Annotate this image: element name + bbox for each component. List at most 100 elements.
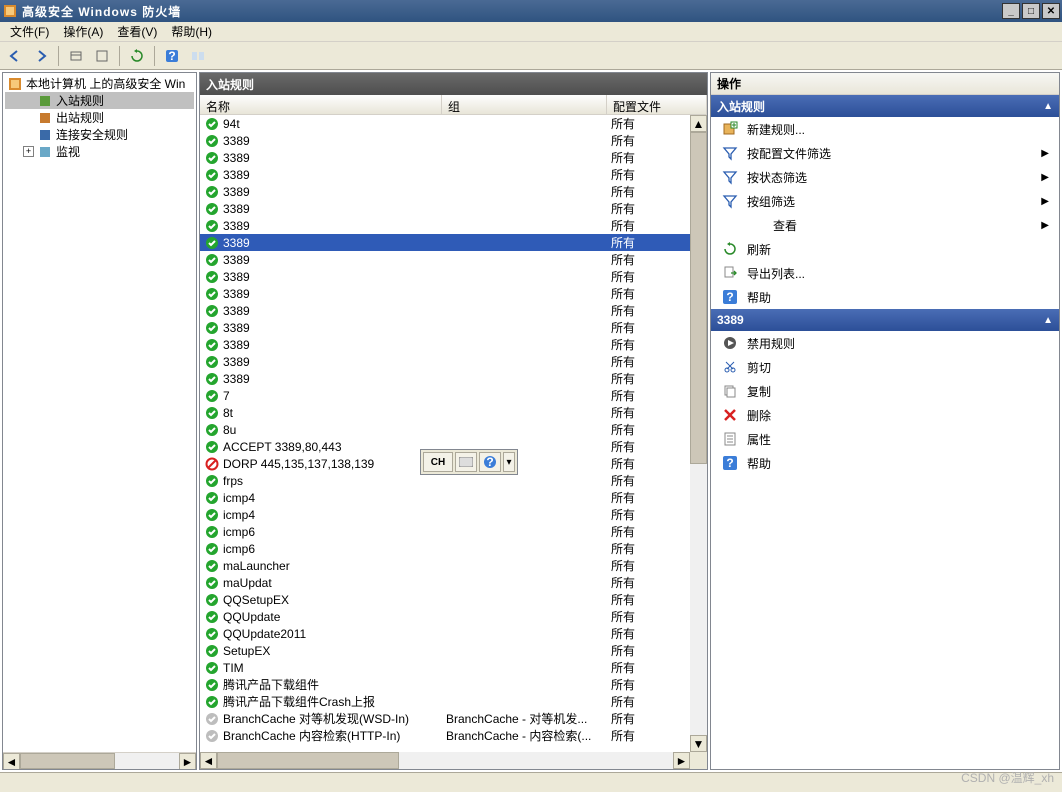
refresh-button[interactable] [126, 45, 148, 67]
action-label: 按状态筛选 [747, 169, 807, 186]
rule-row[interactable]: 3389所有 [200, 200, 690, 217]
rule-row[interactable]: 7所有 [200, 387, 690, 404]
rule-state-icon [204, 218, 220, 234]
rule-row[interactable]: BranchCache 对等机发现(WSD-In)BranchCache - 对… [200, 710, 690, 727]
action-item-actions1-7[interactable]: ?帮助 [711, 285, 1059, 309]
menu-view[interactable]: 查看(V) [111, 21, 163, 42]
col-group[interactable]: 组 [442, 95, 607, 114]
menu-help[interactable]: 帮助(H) [165, 21, 218, 42]
tree-item-label: 入站规则 [56, 92, 104, 109]
action-item-actions2-0[interactable]: 禁用规则 [711, 331, 1059, 355]
rules-hscroll[interactable]: ◄► [200, 752, 690, 769]
minimize-button[interactable]: _ [1002, 3, 1020, 19]
expand-icon[interactable]: + [23, 146, 34, 157]
back-button[interactable] [4, 45, 26, 67]
tree-hscroll[interactable]: ◄► [3, 752, 196, 769]
rule-profile: 所有 [607, 166, 690, 183]
rule-state-icon [204, 592, 220, 608]
rule-row[interactable]: 3389所有 [200, 217, 690, 234]
rule-state-icon [204, 575, 220, 591]
action-item-actions2-4[interactable]: 属性 [711, 427, 1059, 451]
toolbar-btn-last[interactable] [187, 45, 209, 67]
action-item-actions1-4[interactable]: 查看▶ [711, 213, 1059, 237]
ime-lang[interactable]: CH [423, 452, 453, 472]
rule-row[interactable]: 腾讯产品下载组件所有 [200, 676, 690, 693]
tree-item-3[interactable]: +监视 [5, 143, 194, 160]
menu-action[interactable]: 操作(A) [57, 21, 109, 42]
rule-state-icon [204, 609, 220, 625]
col-name[interactable]: 名称 [200, 95, 442, 114]
actions-section1-header[interactable]: 入站规则 ▲ [711, 95, 1059, 117]
menu-file[interactable]: 文件(F) [4, 21, 55, 42]
tree-root-label: 本地计算机 上的高级安全 Win [26, 75, 185, 92]
rule-row[interactable]: 3389所有 [200, 251, 690, 268]
action-item-actions1-0[interactable]: 新建规则... [711, 117, 1059, 141]
actions-section2-header[interactable]: 3389 ▲ [711, 309, 1059, 331]
rules-vscroll[interactable]: ▲▼ [690, 115, 707, 752]
rule-row[interactable]: 3389所有 [200, 353, 690, 370]
rule-row[interactable]: 94t所有 [200, 115, 690, 132]
rule-row[interactable]: QQUpdate所有 [200, 608, 690, 625]
rule-row[interactable]: maLauncher所有 [200, 557, 690, 574]
rule-row[interactable]: 3389所有 [200, 302, 690, 319]
ime-keyboard-icon[interactable] [455, 452, 477, 472]
rule-row[interactable]: 3389所有 [200, 336, 690, 353]
rule-row[interactable]: SetupEX所有 [200, 642, 690, 659]
rule-row[interactable]: TIM所有 [200, 659, 690, 676]
rule-row[interactable]: QQSetupEX所有 [200, 591, 690, 608]
cut-icon [721, 358, 739, 376]
rule-row[interactable]: 8t所有 [200, 404, 690, 421]
action-item-actions2-1[interactable]: 剪切 [711, 355, 1059, 379]
ime-toolbar[interactable]: CH ? ▾ [420, 449, 518, 475]
toolbar-btn-1[interactable] [65, 45, 87, 67]
action-item-actions2-2[interactable]: 复制 [711, 379, 1059, 403]
action-item-actions2-5[interactable]: ?帮助 [711, 451, 1059, 475]
tree-root[interactable]: 本地计算机 上的高级安全 Win [5, 75, 194, 92]
action-item-actions1-2[interactable]: 按状态筛选▶ [711, 165, 1059, 189]
rule-row[interactable]: 8u所有 [200, 421, 690, 438]
rule-row[interactable]: 3389所有 [200, 370, 690, 387]
rule-name: 3389 [223, 253, 250, 267]
rule-row[interactable]: maUpdat所有 [200, 574, 690, 591]
rule-row[interactable]: icmp6所有 [200, 540, 690, 557]
action-item-actions2-3[interactable]: 删除 [711, 403, 1059, 427]
filter-icon [721, 144, 739, 162]
rule-row[interactable]: 3389所有 [200, 166, 690, 183]
tree-item-2[interactable]: 连接安全规则 [5, 126, 194, 143]
rule-row[interactable]: icmp6所有 [200, 523, 690, 540]
rule-state-icon [204, 711, 220, 727]
action-item-actions1-3[interactable]: 按组筛选▶ [711, 189, 1059, 213]
content-area: 本地计算机 上的高级安全 Win 入站规则出站规则连接安全规则+监视 ◄► 入站… [0, 70, 1062, 772]
action-item-actions1-1[interactable]: 按配置文件筛选▶ [711, 141, 1059, 165]
col-profile[interactable]: 配置文件 [607, 95, 707, 114]
rule-profile: 所有 [607, 200, 690, 217]
rule-row[interactable]: 3389所有 [200, 319, 690, 336]
toolbar-btn-2[interactable] [91, 45, 113, 67]
tree-item-0[interactable]: 入站规则 [5, 92, 194, 109]
ime-help-icon[interactable]: ? [479, 452, 501, 472]
rule-row[interactable]: 3389所有 [200, 183, 690, 200]
tree-item-1[interactable]: 出站规则 [5, 109, 194, 126]
rule-row[interactable]: 3389所有 [200, 132, 690, 149]
rule-row[interactable]: 3389所有 [200, 285, 690, 302]
rule-row[interactable]: icmp4所有 [200, 489, 690, 506]
rule-profile: 所有 [607, 455, 690, 472]
rule-row[interactable]: 3389所有 [200, 149, 690, 166]
ime-options-icon[interactable]: ▾ [503, 452, 515, 472]
rule-row[interactable]: 3389所有 [200, 234, 690, 251]
rule-state-icon [204, 694, 220, 710]
forward-button[interactable] [30, 45, 52, 67]
rule-row[interactable]: 腾讯产品下载组件Crash上报所有 [200, 693, 690, 710]
help-button[interactable]: ? [161, 45, 183, 67]
rule-profile: 所有 [607, 710, 690, 727]
action-item-actions1-6[interactable]: 导出列表... [711, 261, 1059, 285]
rule-row[interactable]: QQUpdate2011所有 [200, 625, 690, 642]
maximize-button[interactable]: □ [1022, 3, 1040, 19]
action-item-actions1-5[interactable]: 刷新 [711, 237, 1059, 261]
rule-row[interactable]: icmp4所有 [200, 506, 690, 523]
rule-profile: 所有 [607, 336, 690, 353]
rule-row[interactable]: BranchCache 内容检索(HTTP-In)BranchCache - 内… [200, 727, 690, 744]
rule-row[interactable]: 3389所有 [200, 268, 690, 285]
close-button[interactable]: ✕ [1042, 3, 1060, 19]
collapse-icon2: ▲ [1043, 315, 1053, 326]
